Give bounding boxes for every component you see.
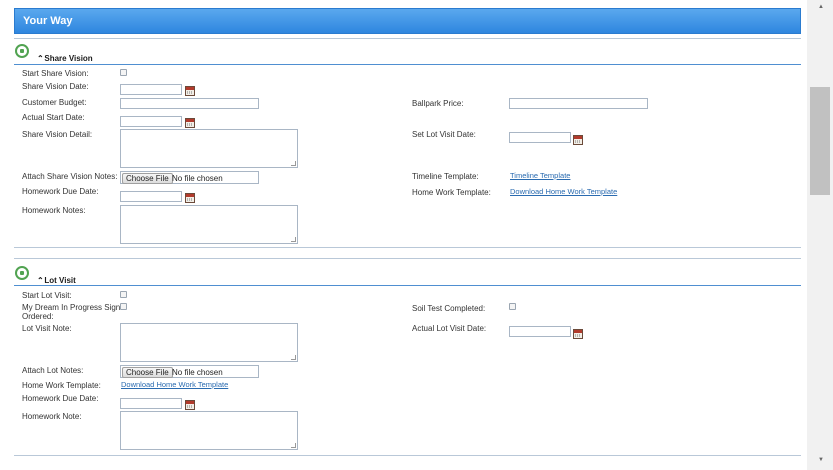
lot-visit-underline [14, 285, 801, 286]
download-home-work-template-link[interactable]: Download Home Work Template [510, 187, 617, 196]
homework-due-date-label: Homework Due Date: [22, 187, 99, 196]
actual-lot-visit-date-label: Actual Lot Visit Date: [412, 324, 487, 333]
set-lot-visit-date-input[interactable] [509, 132, 571, 143]
file-status: No file chosen [172, 174, 223, 183]
start-lot-visit-label: Start Lot Visit: [22, 291, 72, 300]
section-divider [14, 247, 801, 248]
page-title: Your Way [23, 15, 73, 27]
calendar-icon[interactable] [185, 86, 195, 96]
banner-divider [14, 38, 801, 39]
section-divider [14, 455, 801, 456]
share-vision-detail-label: Share Vision Detail: [22, 130, 93, 139]
choose-file-button[interactable]: Choose File [122, 173, 173, 184]
timeline-template-link[interactable]: Timeline Template [510, 171, 570, 180]
attach-share-vision-notes-label: Attach Share Vision Notes: [22, 172, 118, 181]
vertical-scrollbar[interactable]: ▲ ▼ [807, 0, 833, 470]
dream-sign-checkbox[interactable] [120, 303, 127, 310]
start-lot-visit-checkbox[interactable] [120, 291, 127, 298]
scroll-down-icon[interactable]: ▼ [818, 457, 824, 463]
homework-due-date-input[interactable] [120, 398, 182, 409]
attach-lot-notes-file[interactable]: Choose File No file chosen [120, 365, 259, 378]
download-home-work-template-link[interactable]: Download Home Work Template [121, 380, 228, 389]
calendar-icon[interactable] [185, 118, 195, 128]
dream-sign-label-line-2: Ordered: [22, 312, 54, 321]
homework-notes-textarea[interactable] [120, 205, 298, 244]
homework-notes-label: Homework Notes: [22, 206, 86, 215]
soil-test-completed-label: Soil Test Completed: [412, 304, 486, 313]
set-lot-visit-date-label: Set Lot Visit Date: [412, 130, 476, 139]
ballpark-price-input[interactable] [509, 98, 648, 109]
share-vision-date-input[interactable] [120, 84, 182, 95]
calendar-icon[interactable] [573, 329, 583, 339]
calendar-icon[interactable] [185, 193, 195, 203]
start-share-vision-label: Start Share Vision: [22, 69, 89, 78]
page-banner: Your Way [14, 8, 801, 34]
share-vision-detail-textarea[interactable] [120, 129, 298, 168]
ballpark-price-label: Ballpark Price: [412, 99, 464, 108]
share-vision-section-icon [15, 44, 29, 58]
homework-due-date-input[interactable] [120, 191, 182, 202]
lot-visit-section-icon [15, 266, 29, 280]
choose-file-button[interactable]: Choose File [122, 367, 173, 378]
homework-due-date-label: Homework Due Date: [22, 394, 99, 403]
homework-note-textarea[interactable] [120, 411, 298, 450]
lot-visit-header[interactable]: ⌃ Lot Visit [37, 276, 76, 285]
share-vision-date-label: Share Vision Date: [22, 82, 89, 91]
calendar-icon[interactable] [573, 135, 583, 145]
lot-visit-note-label: Lot Visit Note: [22, 324, 72, 333]
section-divider [14, 258, 801, 259]
dream-sign-label: My Dream In Progress Sign Ordered: [22, 303, 120, 321]
homework-note-label: Homework Note: [22, 412, 82, 421]
customer-budget-label: Customer Budget: [22, 98, 87, 107]
scrollbar-thumb[interactable] [810, 87, 830, 195]
file-status: No file chosen [172, 368, 223, 377]
calendar-icon[interactable] [185, 400, 195, 410]
home-work-template-label: Home Work Template: [412, 188, 491, 197]
soil-test-completed-checkbox[interactable] [509, 303, 516, 310]
actual-start-date-input[interactable] [120, 116, 182, 127]
dream-sign-label-line-1: My Dream In Progress Sign [22, 303, 121, 312]
lot-visit-title: Lot Visit [44, 276, 76, 285]
timeline-template-label: Timeline Template: [412, 172, 479, 181]
customer-budget-input[interactable] [120, 98, 259, 109]
share-vision-header[interactable]: ⌃ Share Vision [37, 54, 93, 63]
home-work-template-label: Home Work Template: [22, 381, 101, 390]
attach-lot-notes-label: Attach Lot Notes: [22, 366, 84, 375]
share-vision-title: Share Vision [44, 54, 93, 63]
scroll-up-icon[interactable]: ▲ [818, 4, 824, 10]
share-vision-underline [14, 64, 801, 65]
attach-share-vision-notes-file[interactable]: Choose File No file chosen [120, 171, 259, 184]
lot-visit-note-textarea[interactable] [120, 323, 298, 362]
actual-lot-visit-date-input[interactable] [509, 326, 571, 337]
actual-start-date-label: Actual Start Date: [22, 113, 85, 122]
start-share-vision-checkbox[interactable] [120, 69, 127, 76]
